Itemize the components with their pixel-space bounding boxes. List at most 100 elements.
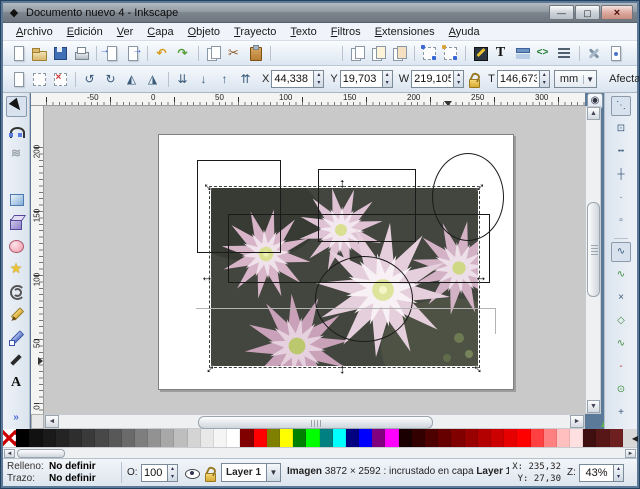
node-tool[interactable] <box>6 119 27 140</box>
scroll-up-button[interactable]: ▲ <box>587 107 600 120</box>
width-input[interactable] <box>411 70 454 88</box>
swatch-000000[interactable] <box>16 429 30 447</box>
swatch-e60000[interactable] <box>504 429 518 447</box>
swatch-484848[interactable] <box>95 429 109 447</box>
y-spinner[interactable]: ▴ ▾ <box>381 70 393 88</box>
clone[interactable] <box>367 43 388 64</box>
canvas[interactable] <box>44 106 585 414</box>
swatch-330000[interactable] <box>411 429 425 447</box>
ungroup[interactable] <box>439 43 460 64</box>
palette-scrollbar[interactable]: ◄ ► <box>3 447 637 458</box>
align[interactable] <box>553 43 574 64</box>
x-spinner[interactable]: ▴ ▾ <box>313 70 325 88</box>
swatch-cc0000[interactable] <box>490 429 505 447</box>
lower[interactable]: ↓ <box>193 69 214 90</box>
raise[interactable]: ↑ <box>214 69 235 90</box>
rotate-ccw[interactable]: ↺ <box>75 69 100 90</box>
swatch-0000ff[interactable] <box>359 429 373 447</box>
flip-vertical[interactable]: ◮ <box>142 69 163 90</box>
palette-scroll-right-button[interactable]: ► <box>625 449 636 458</box>
swatch-ff00ff[interactable] <box>385 429 399 447</box>
horizontal-scrollbar[interactable]: ◄ ► <box>44 414 585 429</box>
scroll-right-button[interactable]: ► <box>570 415 584 428</box>
swatch-ffff00[interactable] <box>279 429 294 447</box>
swatch-1a1a1a[interactable] <box>42 429 56 447</box>
deselect[interactable] <box>49 69 70 90</box>
swatch-2e2e2e[interactable] <box>68 429 83 447</box>
group[interactable] <box>414 43 439 64</box>
close-button[interactable]: × <box>601 5 633 20</box>
lower-to-bottom[interactable]: ⇊ <box>168 69 193 90</box>
layer-lock-button[interactable] <box>201 464 219 482</box>
unit-select[interactable]: mm ▼ <box>553 70 598 88</box>
layer-dropdown-arrow[interactable]: ▼ <box>267 463 281 482</box>
pencil-tool[interactable] <box>6 303 27 324</box>
tweak-tool[interactable]: ≋ <box>6 142 27 163</box>
zoom-drawing[interactable] <box>295 43 316 64</box>
zoom-spinner[interactable]: ▴ ▾ <box>613 464 624 482</box>
menu-extensiones[interactable]: Extensiones <box>368 24 442 40</box>
enable-snapping[interactable]: ⋱ <box>611 96 631 116</box>
copy[interactable] <box>198 43 223 64</box>
opacity-spinner[interactable]: ▴ ▾ <box>167 464 178 482</box>
flip-horizontal[interactable]: ◭ <box>121 69 142 90</box>
swatch-f5f5f5[interactable] <box>214 429 228 447</box>
swatch-ffffff[interactable] <box>227 429 241 447</box>
duplicate[interactable] <box>342 43 367 64</box>
snap-to-paths[interactable]: ∿ <box>611 265 631 285</box>
swatch-7e7e7e[interactable] <box>134 429 149 447</box>
snap-line-midpoints[interactable]: - <box>611 357 631 377</box>
swatch-1a0000[interactable] <box>398 429 412 447</box>
document-properties[interactable] <box>604 43 625 64</box>
fill-stroke-indicator[interactable]: Relleno: No definir Trazo: No definir <box>7 461 96 485</box>
selector-tool[interactable] <box>5 96 27 117</box>
ellipse-tool[interactable] <box>6 234 27 255</box>
swatch-ffbfbf[interactable] <box>556 429 571 447</box>
swatch-571717[interactable] <box>596 429 610 447</box>
swatch-ff0000[interactable] <box>517 429 531 447</box>
lock-ratio-button[interactable] <box>464 69 482 90</box>
star-tool[interactable]: ★ <box>6 257 27 278</box>
swatch-929292[interactable] <box>148 429 162 447</box>
snap-bbox-edges[interactable]: ╍ <box>611 142 631 162</box>
selection-handle-n[interactable] <box>337 177 351 191</box>
swatch-660000[interactable] <box>438 429 452 447</box>
snap-rotation-center[interactable]: + <box>611 403 631 423</box>
raise-to-top[interactable]: ⇈ <box>235 69 256 90</box>
menu-objeto[interactable]: Objeto <box>181 24 227 40</box>
menu-edici-n[interactable]: Edición <box>60 24 110 40</box>
swatch-4d0000[interactable] <box>425 429 439 447</box>
swatch-a8a8a8[interactable] <box>161 429 175 447</box>
unlink-clone[interactable] <box>388 43 409 64</box>
export[interactable] <box>121 42 143 64</box>
swatch-401010[interactable] <box>583 429 597 447</box>
title-bar[interactable]: ◆ Documento nuevo 4 - Inkscape — ▢ × <box>3 3 637 23</box>
x-input[interactable] <box>271 70 314 88</box>
snap-bbox-corners[interactable]: ∙ <box>611 188 631 208</box>
text-tool[interactable]: A <box>6 372 27 393</box>
snap-cusp-nodes[interactable]: ◇ <box>611 311 631 331</box>
selection-handle-se[interactable] <box>472 361 486 375</box>
y-input[interactable] <box>339 70 382 88</box>
zoom-page[interactable] <box>316 43 337 64</box>
swatch-3a3a3a[interactable] <box>82 429 96 447</box>
swatch-800080[interactable] <box>372 429 386 447</box>
current-layer-select[interactable]: Layer 1 <box>221 463 267 482</box>
select-all[interactable] <box>7 69 28 90</box>
swatch-242424[interactable] <box>55 429 69 447</box>
layer-visibility-button[interactable] <box>183 464 201 482</box>
menu-filtros[interactable]: Filtros <box>324 24 368 40</box>
height-input[interactable] <box>496 70 539 88</box>
swatch-008080[interactable] <box>319 429 333 447</box>
menu-texto[interactable]: Texto <box>283 24 323 40</box>
swatch-000080[interactable] <box>345 429 360 447</box>
palette-scroll-right-icon[interactable]: ◀ <box>632 434 638 443</box>
swatch-none[interactable] <box>3 429 17 447</box>
fill-stroke[interactable] <box>465 43 490 64</box>
new-document[interactable] <box>7 43 28 64</box>
calligraphy-tool[interactable] <box>6 349 27 370</box>
open-document[interactable] <box>28 43 49 64</box>
snap-bbox-centers[interactable]: ▫ <box>611 211 631 231</box>
height-spinner[interactable]: ▴ ▾ <box>538 70 550 88</box>
text-dialog[interactable]: T <box>490 43 511 64</box>
